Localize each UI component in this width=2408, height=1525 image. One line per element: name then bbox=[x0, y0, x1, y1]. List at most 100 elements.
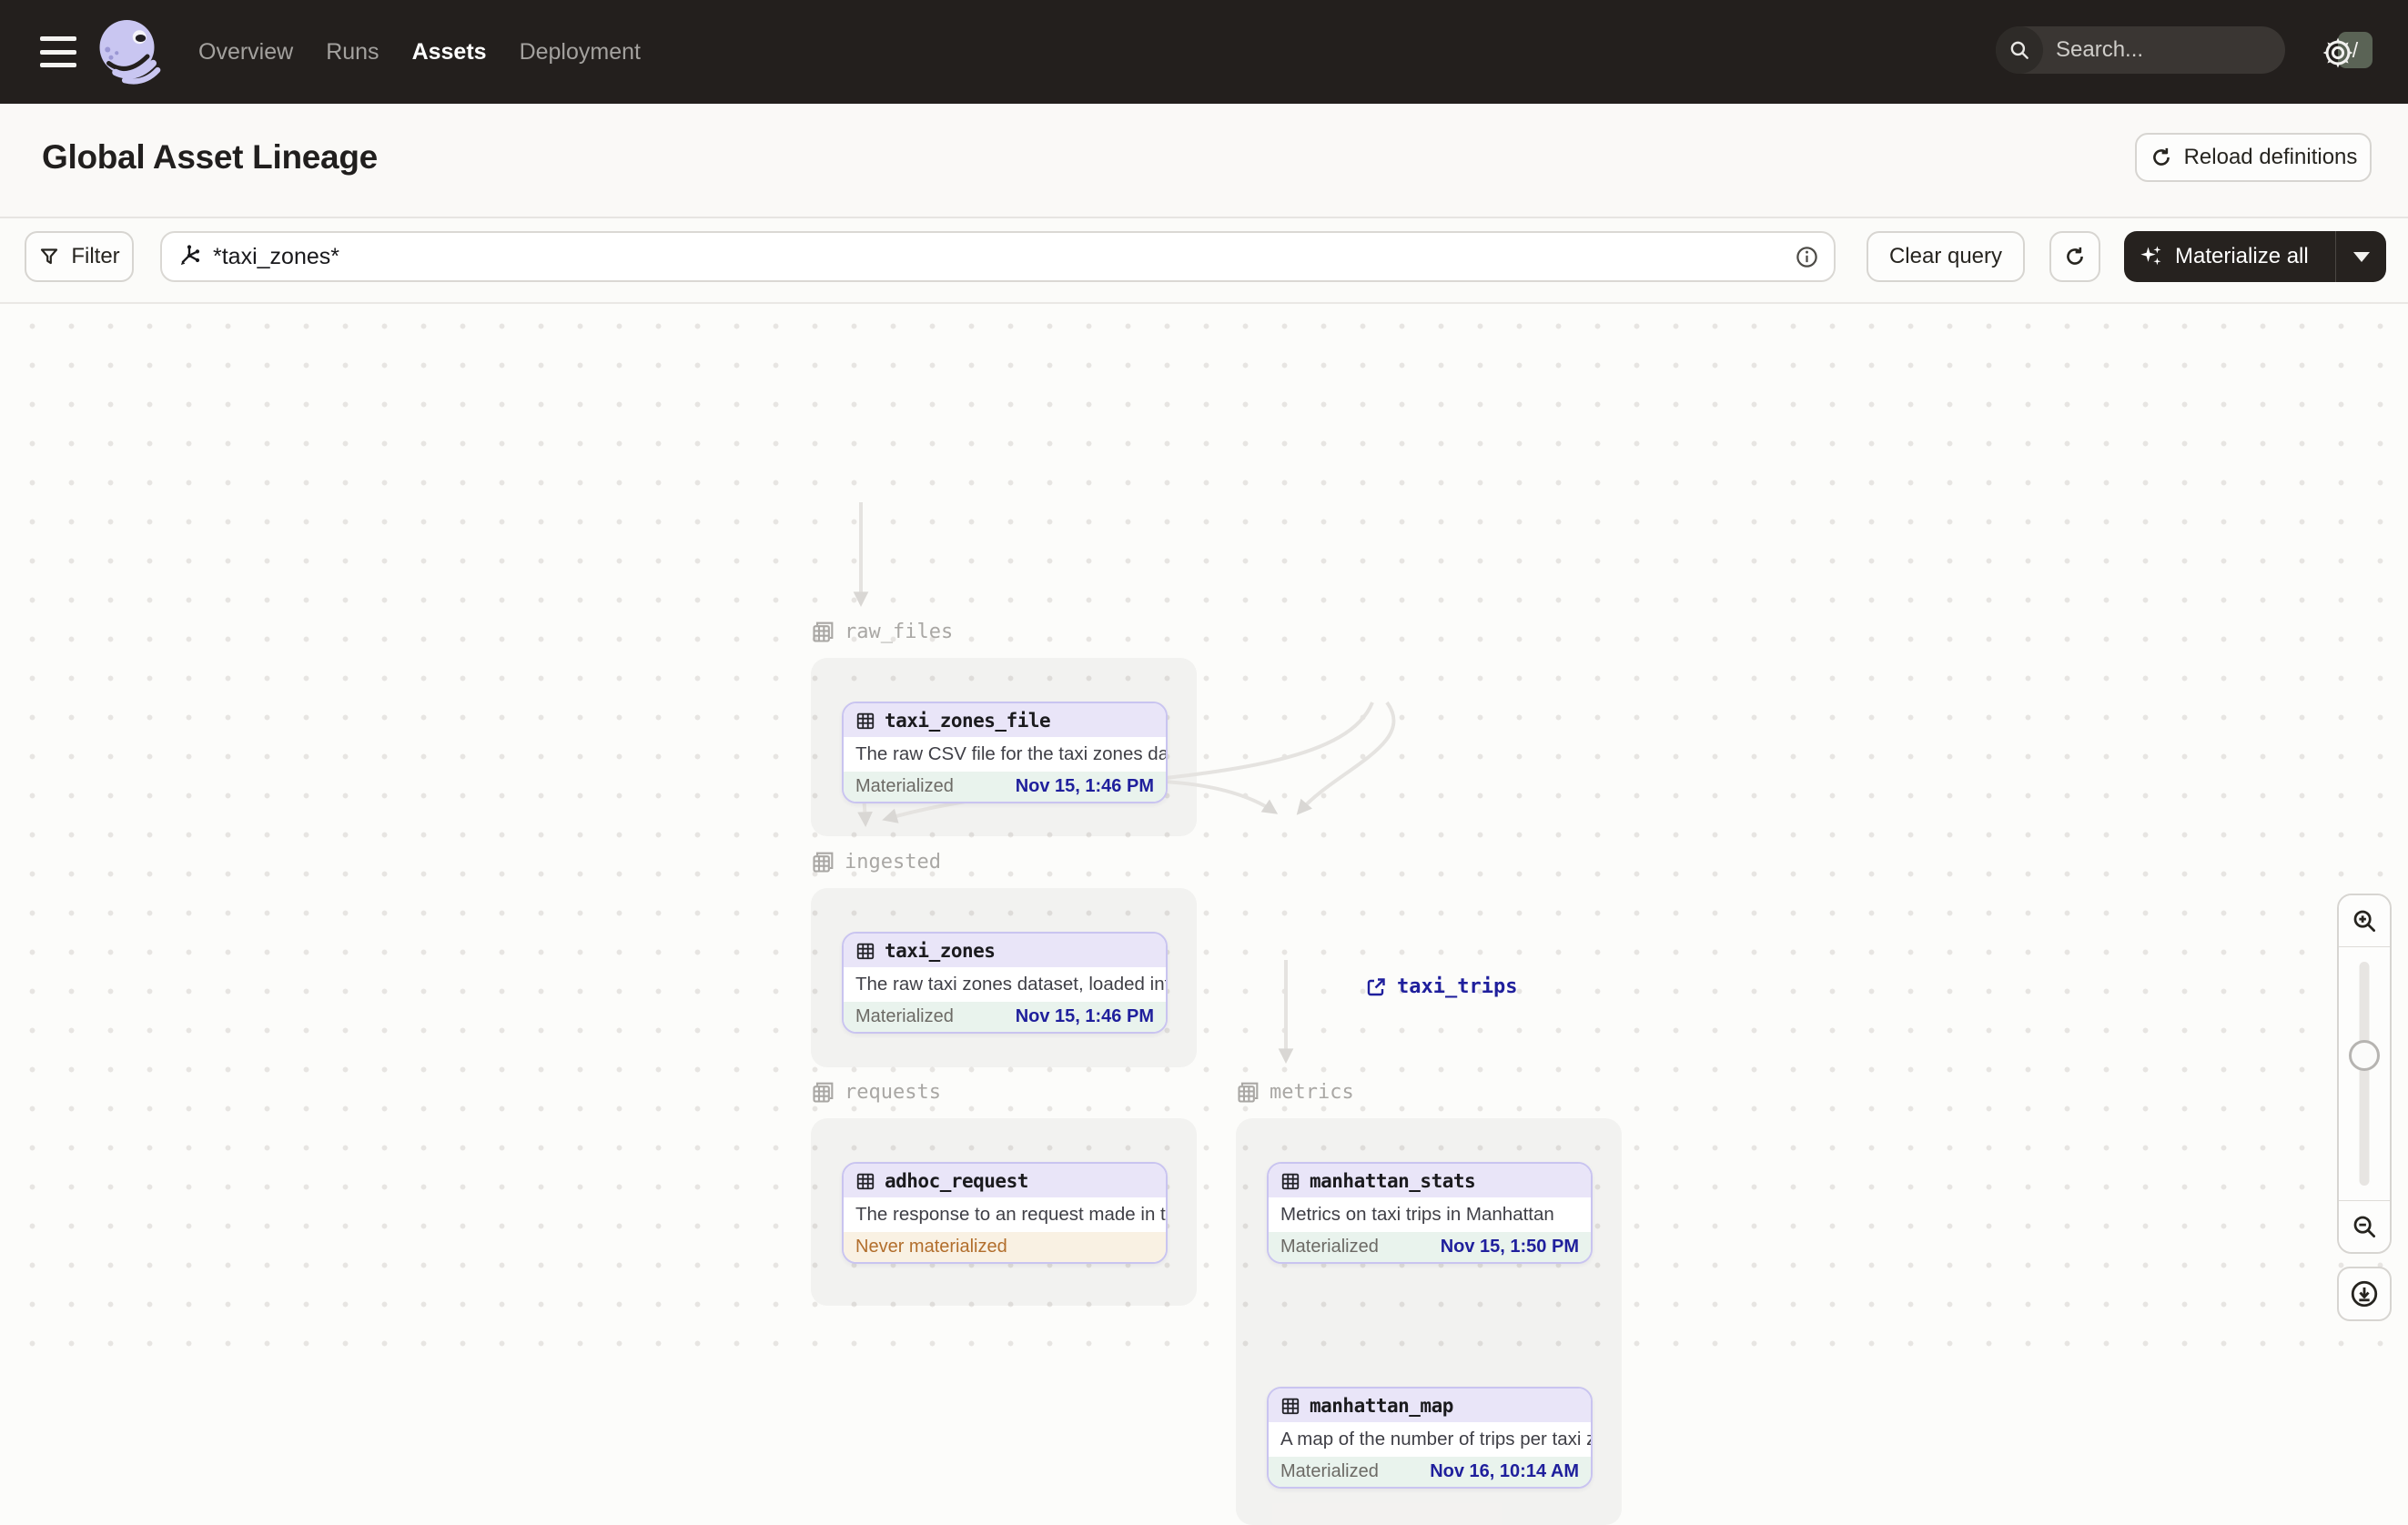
asset-description: The response to an request made in th... bbox=[855, 1204, 1166, 1225]
status-badge: Materialized bbox=[855, 1006, 954, 1026]
query-info-icon[interactable] bbox=[1795, 245, 1819, 269]
asset-node-manhattan_stats[interactable]: manhattan_stats Metrics on taxi trips in… bbox=[1267, 1162, 1593, 1264]
asset-status-bar: Materialized Nov 15, 1:46 PM bbox=[844, 1002, 1166, 1032]
search-input[interactable] bbox=[2043, 37, 2338, 63]
settings-gear-icon[interactable] bbox=[2319, 34, 2357, 72]
menu-icon[interactable] bbox=[40, 36, 76, 67]
nav-item-assets[interactable]: Assets bbox=[412, 39, 487, 66]
group-table-stack-icon bbox=[813, 852, 834, 873]
zoom-panel bbox=[2337, 894, 2392, 1254]
clear-query-label: Clear query bbox=[1888, 244, 2003, 268]
asset-status-bar: Materialized Nov 15, 1:50 PM bbox=[1269, 1232, 1591, 1262]
filter-label: Filter bbox=[71, 244, 120, 268]
asset-description: A map of the number of trips per taxi z.… bbox=[1280, 1429, 1591, 1449]
table-icon bbox=[1281, 1398, 1300, 1414]
lineage-canvas[interactable] bbox=[0, 304, 2408, 1372]
zoom-in-icon bbox=[2353, 910, 2375, 932]
asset-name: taxi_zones bbox=[885, 939, 996, 962]
reload-definitions-button[interactable]: Reload definitions bbox=[2135, 133, 2372, 182]
zoom-slider-track[interactable] bbox=[2359, 962, 2370, 1186]
table-icon bbox=[856, 943, 875, 959]
nav-item-overview[interactable]: Overview bbox=[198, 39, 293, 66]
dagster-global-asset-lineage: Overview Runs Assets Deployment / Global… bbox=[0, 0, 2408, 1525]
asset-description: The raw taxi zones dataset, loaded int..… bbox=[855, 974, 1166, 995]
chevron-down-icon bbox=[2352, 251, 2370, 262]
group-name: raw_files bbox=[845, 620, 954, 643]
sparkles-icon bbox=[2140, 246, 2161, 266]
group-table-stack-icon bbox=[1238, 1082, 1259, 1103]
asset-query-input[interactable] bbox=[202, 243, 1795, 270]
refresh-graph-button[interactable] bbox=[2049, 231, 2100, 282]
group-label-requests[interactable]: requests bbox=[811, 1079, 941, 1105]
group-name: requests bbox=[845, 1080, 941, 1104]
primary-nav: Overview Runs Assets Deployment bbox=[198, 0, 641, 104]
asset-node-header: adhoc_request bbox=[844, 1164, 1166, 1197]
filter-funnel-icon bbox=[41, 248, 58, 265]
group-label-raw_files[interactable]: raw_files bbox=[811, 619, 953, 644]
asset-node-header: taxi_zones_file bbox=[844, 703, 1166, 737]
status-badge: Materialized bbox=[1280, 1237, 1379, 1257]
asset-status-bar: Materialized Nov 15, 1:46 PM bbox=[844, 772, 1166, 802]
nav-item-runs[interactable]: Runs bbox=[326, 39, 379, 66]
dagster-logo-icon[interactable] bbox=[93, 15, 166, 88]
asset-name: manhattan_stats bbox=[1310, 1169, 1476, 1192]
table-icon bbox=[856, 1173, 875, 1189]
lineage-toolbar: Filter Clear query bbox=[0, 218, 2408, 304]
external-asset-taxi_trips[interactable]: taxi_trips bbox=[1365, 975, 1517, 998]
asset-description: Metrics on taxi trips in Manhattan bbox=[1280, 1204, 1554, 1225]
group-label-ingested[interactable]: ingested bbox=[811, 849, 941, 874]
asset-status-bar: Materialized Nov 16, 10:14 AM bbox=[1269, 1457, 1591, 1487]
asset-node-taxi_zones[interactable]: taxi_zones The raw taxi zones dataset, l… bbox=[842, 932, 1168, 1034]
group-table-stack-icon bbox=[813, 1082, 834, 1103]
download-view-button[interactable] bbox=[2337, 1267, 2392, 1321]
filter-button[interactable]: Filter bbox=[25, 231, 134, 282]
materialization-timestamp[interactable]: Nov 15, 1:46 PM bbox=[1016, 776, 1154, 797]
external-asset-name: taxi_trips bbox=[1397, 975, 1518, 998]
zoom-out-icon bbox=[2353, 1216, 2375, 1237]
asset-status-bar: Never materialized bbox=[844, 1232, 1166, 1262]
asset-name: adhoc_request bbox=[885, 1169, 1028, 1192]
asset-node-manhattan_map[interactable]: manhattan_map A map of the number of tri… bbox=[1267, 1387, 1593, 1489]
group-name: ingested bbox=[845, 850, 941, 874]
zoom-out-button[interactable] bbox=[2339, 1200, 2390, 1252]
reload-definitions-label: Reload definitions bbox=[2183, 145, 2358, 169]
asset-node-taxi_zones_file[interactable]: taxi_zones_file The raw CSV file for the… bbox=[842, 702, 1168, 803]
status-badge: Materialized bbox=[855, 776, 954, 796]
asset-name: manhattan_map bbox=[1310, 1394, 1453, 1417]
reload-icon bbox=[2152, 147, 2170, 166]
zoom-in-button[interactable] bbox=[2339, 895, 2390, 947]
asset-name: taxi_zones_file bbox=[885, 709, 1051, 732]
download-icon bbox=[2351, 1280, 2378, 1308]
group-label-metrics[interactable]: metrics bbox=[1236, 1079, 1354, 1105]
nav-item-deployment[interactable]: Deployment bbox=[520, 39, 641, 66]
asset-node-header: manhattan_map bbox=[1269, 1389, 1591, 1422]
page-title: Global Asset Lineage bbox=[42, 138, 378, 176]
zoom-slider-handle[interactable] bbox=[2349, 1040, 2380, 1071]
external-link-icon bbox=[1367, 977, 1385, 995]
clear-query-button[interactable]: Clear query bbox=[1867, 231, 2025, 282]
refresh-icon bbox=[2067, 247, 2083, 265]
materialize-all-button[interactable]: Materialize all bbox=[2124, 231, 2386, 282]
materialization-timestamp[interactable]: Nov 15, 1:50 PM bbox=[1441, 1237, 1579, 1257]
asset-query-field bbox=[160, 231, 1836, 282]
asset-node-adhoc_request[interactable]: adhoc_request The response to an request… bbox=[842, 1162, 1168, 1264]
page-header: Global Asset Lineage bbox=[0, 104, 2408, 218]
asset-description: The raw CSV file for the taxi zones dat.… bbox=[855, 743, 1166, 764]
global-search[interactable]: / bbox=[1996, 26, 2373, 74]
top-nav-bar: Overview Runs Assets Deployment / bbox=[0, 0, 2408, 104]
materialization-timestamp[interactable]: Nov 15, 1:46 PM bbox=[1016, 1006, 1154, 1027]
materialize-dropdown-toggle[interactable] bbox=[2335, 231, 2386, 282]
table-icon bbox=[856, 712, 875, 729]
zoom-slider bbox=[2339, 947, 2390, 1200]
status-badge: Materialized bbox=[1280, 1461, 1379, 1481]
asset-node-header: taxi_zones bbox=[844, 934, 1166, 967]
table-icon bbox=[1281, 1173, 1300, 1189]
status-badge: Never materialized bbox=[855, 1237, 1007, 1257]
asset-node-header: manhattan_stats bbox=[1269, 1164, 1591, 1197]
materialization-timestamp[interactable]: Nov 16, 10:14 AM bbox=[1430, 1461, 1579, 1482]
search-icon bbox=[1996, 26, 2043, 74]
group-table-stack-icon bbox=[813, 621, 834, 642]
lineage-query-icon bbox=[180, 245, 200, 266]
group-name: metrics bbox=[1270, 1080, 1354, 1104]
materialize-all-main[interactable]: Materialize all bbox=[2124, 244, 2335, 269]
